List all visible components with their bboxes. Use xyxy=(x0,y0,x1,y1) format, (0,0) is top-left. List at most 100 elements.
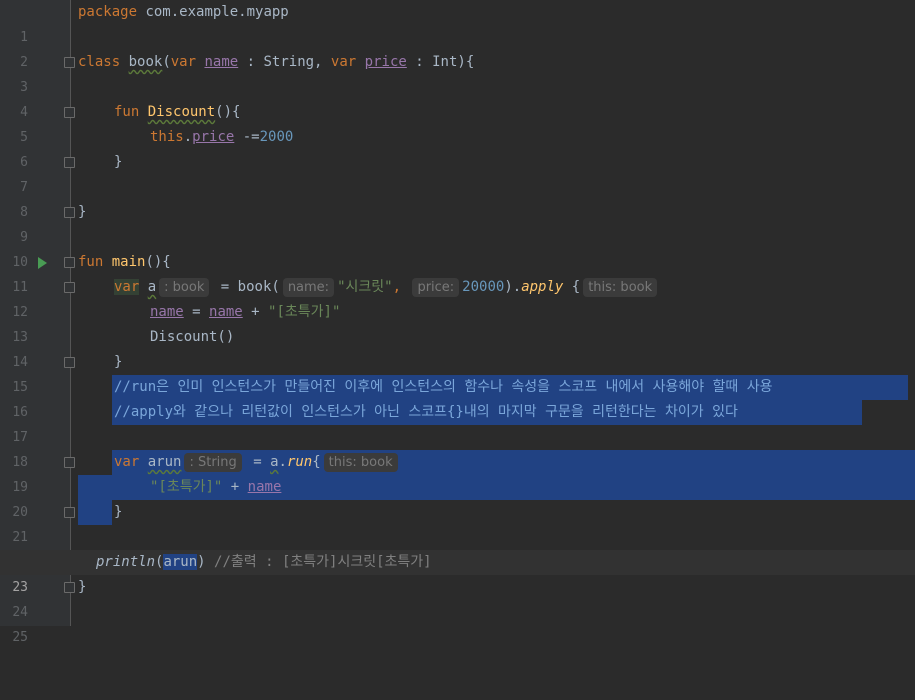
fold-icon[interactable] xyxy=(64,207,75,218)
punct: { xyxy=(312,454,321,470)
function-name: run xyxy=(286,454,313,470)
code-editor[interactable]: 1 package com.example.myapp 2 3 class bo… xyxy=(0,0,915,645)
code-text: var a: book = book(name: "시크릿", price: 200… xyxy=(114,275,660,300)
param-hint: price: xyxy=(412,278,460,297)
code-line[interactable]: 21 } xyxy=(0,500,915,545)
keyword: fun xyxy=(78,254,104,270)
comment: //run은 인미 인스턴스가 만들어진 이후에 인스턴스의 함수나 속성을 스… xyxy=(114,379,773,395)
code-text: println(arun) //출력 : [초특가]시크릿[초특가] xyxy=(96,550,432,575)
function-name: Discount xyxy=(147,104,216,120)
code-line[interactable]: 8 xyxy=(0,175,915,220)
operator: + xyxy=(242,304,269,320)
fold-icon[interactable] xyxy=(64,457,75,468)
fold-icon[interactable] xyxy=(64,282,75,293)
fold-icon[interactable] xyxy=(64,157,75,168)
code-line[interactable]: 17 //apply와 같으나 리턴값이 인스턴스가 아닌 스코프{}내의 마지… xyxy=(0,400,915,445)
keyword: var xyxy=(114,454,140,470)
string: "[초특가]" xyxy=(150,479,223,495)
code-text: class book(var name : String, var price … xyxy=(78,50,474,75)
code-line[interactable]: 24 } xyxy=(0,575,915,620)
param-hint: name: xyxy=(282,278,335,297)
code-line[interactable]: 1 package com.example.myapp xyxy=(0,0,915,45)
package-name: com.example.myapp xyxy=(137,4,289,20)
highlighted-identifier: arun xyxy=(163,554,198,570)
property: price xyxy=(364,54,407,70)
number: 2000 xyxy=(259,129,294,145)
function-name: println xyxy=(96,554,156,570)
code-text: } xyxy=(114,354,123,370)
property: name xyxy=(150,304,184,320)
keyword: var xyxy=(170,54,197,70)
code-line[interactable]: 22 xyxy=(0,525,915,570)
code-line[interactable]: 19 var arun: String = a.run{this: book xyxy=(0,450,915,495)
code-text: } xyxy=(114,154,123,170)
property: name xyxy=(204,54,239,70)
code-text: Discount() xyxy=(150,329,235,345)
fold-icon[interactable] xyxy=(64,357,75,368)
keyword: package xyxy=(78,4,138,20)
keyword: class xyxy=(78,54,121,70)
punct: ). xyxy=(504,279,522,295)
run-icon[interactable] xyxy=(38,257,47,269)
type-decl: : Int){ xyxy=(406,54,475,70)
type-hint: : book xyxy=(159,278,210,297)
line-number: 25 xyxy=(12,630,28,645)
code-line[interactable]: 10 xyxy=(0,225,915,270)
code-text: var arun: String = a.run{this: book xyxy=(114,450,401,475)
fold-icon[interactable] xyxy=(64,507,75,518)
code-line[interactable]: 7 } xyxy=(0,150,915,195)
code-line[interactable]: 5 fun Discount(){ xyxy=(0,100,915,145)
fold-icon[interactable] xyxy=(64,257,75,268)
code-text: fun Discount(){ xyxy=(114,100,240,125)
fold-icon[interactable] xyxy=(64,57,75,68)
punct: . xyxy=(278,454,287,470)
keyword: var xyxy=(330,54,357,70)
code-line[interactable]: 9 } xyxy=(0,200,915,245)
code-line[interactable]: 25 xyxy=(0,600,915,645)
receiver-hint: this: book xyxy=(323,453,398,472)
receiver: a xyxy=(270,454,279,470)
variable-name: a xyxy=(147,279,157,295)
punct: ( xyxy=(162,54,171,70)
code-line[interactable]: 4 xyxy=(0,75,915,120)
function-name: apply xyxy=(521,279,564,295)
fold-icon[interactable] xyxy=(64,582,75,593)
code-line[interactable]: 16 //run은 인미 인스턴스가 만들어진 이후에 인스턴스의 함수나 속성… xyxy=(0,375,915,420)
code-line[interactable]: 18 xyxy=(0,425,915,470)
type-hint: : String xyxy=(184,453,242,472)
fold-icon[interactable] xyxy=(64,107,75,118)
punct: (){ xyxy=(145,254,171,270)
code-line[interactable]: 13 name = name + "[초특가]" xyxy=(0,300,915,345)
code-line[interactable]: 3 class book(var name : String, var pric… xyxy=(0,50,915,95)
code-text: name = name + "[초특가]" xyxy=(150,300,340,325)
code-text: fun main(){ xyxy=(78,250,171,275)
string: "[초특가]" xyxy=(268,304,341,320)
string: "시크릿" xyxy=(337,279,393,295)
code-line[interactable]: 11 fun main(){ xyxy=(0,250,915,295)
function-name: main xyxy=(111,254,146,270)
code-line[interactable]: 6 this.price -=2000 xyxy=(0,125,915,170)
code-line[interactable]: 15 } xyxy=(0,350,915,395)
current-code-line[interactable]: 23 println(arun) //출력 : [초특가]시크릿[초특가] xyxy=(0,550,915,595)
number: 20000 xyxy=(462,279,505,295)
code-text: } xyxy=(114,504,123,520)
code-line[interactable]: 14 Discount() xyxy=(0,325,915,370)
code-text: package com.example.myapp xyxy=(78,0,289,25)
keyword: this xyxy=(150,129,184,145)
punct: (){ xyxy=(215,104,241,120)
receiver-hint: this: book xyxy=(583,278,658,297)
operator: -= xyxy=(234,129,260,145)
keyword: var xyxy=(114,279,140,295)
code-text: this.price -=2000 xyxy=(150,125,293,150)
code-text: "[초특가]" + name xyxy=(150,475,281,500)
comment: //출력 : [초특가]시크릿[초특가] xyxy=(205,554,432,570)
property: name xyxy=(209,304,243,320)
operator: = xyxy=(183,304,210,320)
code-text: } xyxy=(78,579,87,595)
code-line[interactable]: 12 var a: book = book(name: "시크릿", price:… xyxy=(0,275,915,320)
code-line[interactable]: 20 "[초특가]" + name xyxy=(0,475,915,520)
punct: . xyxy=(183,129,193,145)
operator: + xyxy=(222,479,248,495)
property: name xyxy=(247,479,282,495)
code-line[interactable]: 2 xyxy=(0,25,915,70)
